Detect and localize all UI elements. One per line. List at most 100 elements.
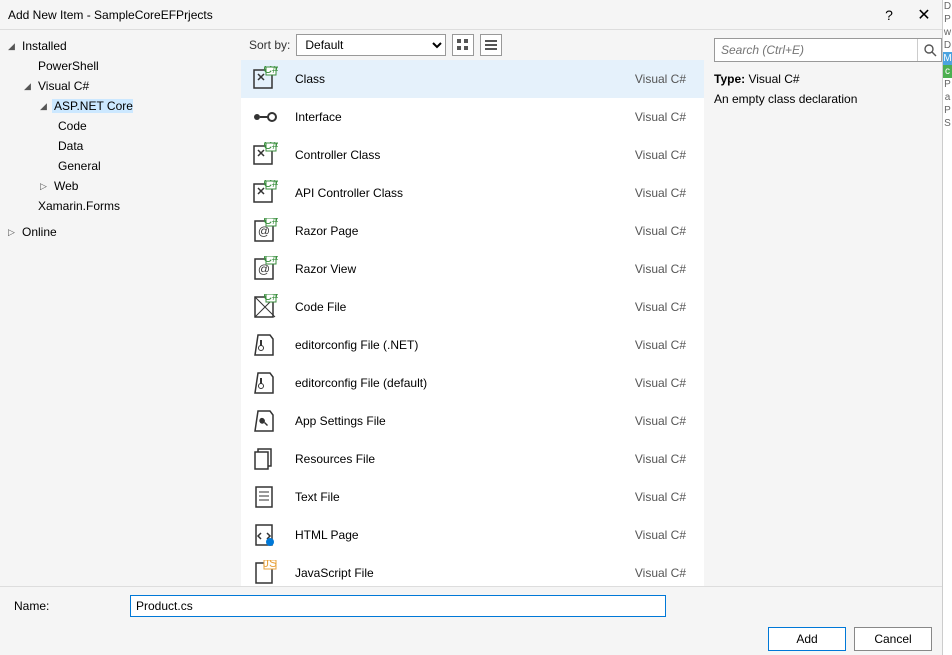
type-label: Type:: [714, 72, 745, 86]
template-list-scroll[interactable]: C#ClassVisual C#InterfaceVisual C#C#Cont…: [241, 60, 704, 586]
chevron-right-icon: ▷: [8, 227, 20, 238]
template-icon: JS: [251, 559, 279, 586]
add-button[interactable]: Add: [768, 627, 846, 651]
template-row[interactable]: JSJavaScript FileVisual C#: [241, 554, 704, 586]
tree-label: General: [56, 159, 101, 173]
template-icon: C#: [251, 141, 279, 169]
template-panel: Sort by: Default C#ClassVisual C#Interfa…: [240, 30, 704, 586]
template-name: Resources File: [295, 452, 635, 466]
template-icon: [251, 369, 279, 397]
template-name: JavaScript File: [295, 566, 635, 580]
cancel-button[interactable]: Cancel: [854, 627, 932, 651]
template-name: HTML Page: [295, 528, 635, 542]
tree-visualcs[interactable]: ◢ Visual C#: [0, 76, 240, 96]
template-row[interactable]: C# ClassVisual C#: [241, 60, 704, 98]
side-strip-char: D: [943, 0, 952, 13]
template-name: Razor View: [295, 262, 635, 276]
template-lang: Visual C#: [635, 186, 686, 200]
grid-icon: [456, 38, 470, 52]
template-icon: C#: [251, 179, 279, 207]
view-grid-button[interactable]: [452, 34, 474, 56]
template-icon: C#: [251, 293, 279, 321]
template-name: Class: [295, 72, 635, 86]
template-name: Code File: [295, 300, 635, 314]
tree-label: PowerShell: [36, 59, 99, 73]
template-lang: Visual C#: [635, 262, 686, 276]
tree-general[interactable]: General: [0, 156, 240, 176]
chevron-down-icon: ◢: [24, 81, 36, 92]
template-row[interactable]: C#Code FileVisual C#: [241, 288, 704, 326]
side-strip-char: P: [943, 13, 952, 26]
template-name: editorconfig File (default): [295, 376, 635, 390]
tree-installed[interactable]: ◢ Installed: [0, 36, 240, 56]
template-lang: Visual C#: [635, 452, 686, 466]
template-lang: Visual C#: [635, 148, 686, 162]
side-strip-char: D: [943, 39, 952, 52]
template-lang: Visual C#: [635, 72, 686, 86]
template-row[interactable]: App Settings FileVisual C#: [241, 402, 704, 440]
sortby-select[interactable]: Default: [296, 34, 446, 56]
template-lang: Visual C#: [635, 338, 686, 352]
details-panel: Type: Visual C# An empty class declarati…: [704, 30, 952, 586]
template-row[interactable]: InterfaceVisual C#: [241, 98, 704, 136]
description-type: Type: Visual C#: [714, 72, 942, 86]
main-area: ◢ Installed PowerShell ◢ Visual C# ◢ ASP…: [0, 30, 952, 586]
template-icon: [251, 331, 279, 359]
search-box[interactable]: [714, 38, 942, 62]
list-icon: [484, 38, 498, 52]
template-lang: Visual C#: [635, 490, 686, 504]
search-icon[interactable]: [917, 39, 941, 61]
name-row: Name:: [14, 595, 938, 617]
side-strip-char: P: [943, 78, 952, 91]
side-strip-char: a: [943, 91, 952, 104]
template-row[interactable]: Resources FileVisual C#: [241, 440, 704, 478]
tree-data[interactable]: Data: [0, 136, 240, 156]
name-input[interactable]: [130, 595, 666, 617]
tree-online[interactable]: ▷ Online: [0, 222, 240, 242]
svg-text:C#: C#: [263, 66, 278, 76]
template-icon: [251, 483, 279, 511]
template-list: C#ClassVisual C#InterfaceVisual C#C#Cont…: [241, 60, 704, 586]
tree-web[interactable]: ▷ Web: [0, 176, 240, 196]
view-list-button[interactable]: [480, 34, 502, 56]
template-row[interactable]: @C#Razor PageVisual C#: [241, 212, 704, 250]
template-icon: [251, 103, 279, 131]
template-lang: Visual C#: [635, 224, 686, 238]
tree-aspnetcore[interactable]: ◢ ASP.NET Core: [0, 96, 240, 116]
template-row[interactable]: editorconfig File (.NET)Visual C#: [241, 326, 704, 364]
svg-text:JS: JS: [263, 560, 277, 570]
template-icon: [251, 521, 279, 549]
template-row[interactable]: C#API Controller ClassVisual C#: [241, 174, 704, 212]
template-row[interactable]: Text FileVisual C#: [241, 478, 704, 516]
svg-text:C#: C#: [263, 180, 278, 190]
tree-code[interactable]: Code: [0, 116, 240, 136]
search-input[interactable]: [715, 43, 917, 57]
help-button[interactable]: ?: [874, 7, 904, 23]
template-name: editorconfig File (.NET): [295, 338, 635, 352]
template-row[interactable]: HTML PageVisual C#: [241, 516, 704, 554]
description-text: An empty class declaration: [714, 92, 942, 106]
button-row: Add Cancel: [14, 627, 932, 651]
template-icon: [251, 445, 279, 473]
tree-label: Web: [52, 179, 78, 193]
sortby-label: Sort by:: [249, 38, 290, 52]
template-row[interactable]: @C#Razor ViewVisual C#: [241, 250, 704, 288]
window-title: Add New Item - SampleCoreEFPrjects: [8, 8, 874, 22]
side-strip-char: c: [943, 65, 952, 78]
template-toolbar: Sort by: Default: [241, 30, 704, 60]
svg-text:C#: C#: [263, 142, 278, 152]
template-row[interactable]: editorconfig File (default)Visual C#: [241, 364, 704, 402]
side-strip: DPwDMcPaPS: [942, 0, 952, 655]
title-bar: Add New Item - SampleCoreEFPrjects ? ✕: [0, 0, 952, 30]
side-strip-char: M: [943, 52, 952, 65]
name-label: Name:: [14, 599, 130, 613]
tree-label: Visual C#: [36, 79, 89, 93]
close-button[interactable]: ✕: [904, 5, 944, 25]
tree-xamarin[interactable]: Xamarin.Forms: [0, 196, 240, 216]
tree-label: Online: [20, 225, 57, 239]
side-strip-char: w: [943, 26, 952, 39]
chevron-right-icon: ▷: [40, 181, 52, 192]
tree-powershell[interactable]: PowerShell: [0, 56, 240, 76]
template-row[interactable]: C#Controller ClassVisual C#: [241, 136, 704, 174]
tree-label: Code: [56, 119, 87, 133]
